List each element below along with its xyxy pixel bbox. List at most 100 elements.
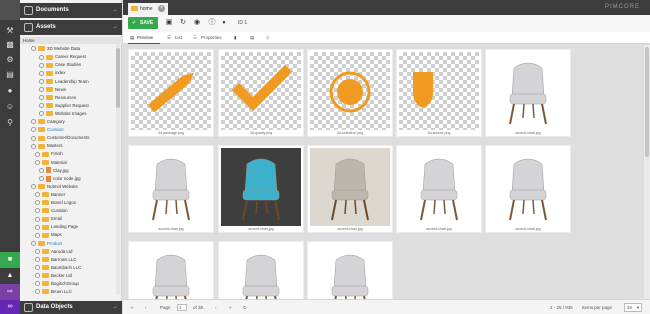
tree-item[interactable]: Customer/Documents — [31, 134, 89, 141]
tree-item[interactable]: Baumbach LLC — [35, 264, 81, 271]
tree-item[interactable]: Home — [23, 37, 35, 44]
expand-toggle-icon[interactable] — [31, 127, 36, 133]
expand-toggle-icon[interactable] — [35, 257, 40, 263]
expand-toggle-icon[interactable] — [35, 273, 40, 279]
expand-toggle-icon[interactable] — [31, 46, 36, 52]
asset-tile[interactable]: 3d-quality.png — [218, 49, 304, 137]
expand-toggle-icon[interactable] — [31, 184, 36, 190]
logout-icon[interactable]: ⇨ — [0, 284, 20, 300]
expand-toggle-icon[interactable] — [35, 151, 40, 157]
tab-list[interactable]: ☰ List — [167, 32, 182, 44]
tag-icon[interactable]: ◇ — [266, 32, 269, 44]
expand-toggle-icon[interactable] — [31, 119, 36, 125]
tree-item[interactable]: Becker Ltd — [35, 272, 72, 279]
tab-preview[interactable]: ▤ Preview — [128, 32, 160, 44]
tree-item[interactable]: Career Request — [39, 53, 86, 60]
target-icon[interactable]: ◉ — [193, 19, 201, 27]
reload-icon[interactable]: ↻ — [179, 19, 187, 27]
tree-scroll-thumb[interactable] — [116, 48, 120, 108]
cart-icon[interactable]: ▤ — [5, 70, 15, 80]
asset-tile[interactable]: 3d-source.png — [396, 49, 482, 137]
expand-arrow-icon[interactable]: → — [112, 301, 118, 314]
infinity-icon[interactable]: ∞ — [0, 300, 20, 314]
items-per-page-select[interactable]: 25 ▼ — [624, 303, 642, 312]
asset-tile[interactable]: 3d-selection.png — [307, 49, 393, 137]
expand-toggle-icon[interactable] — [31, 143, 36, 149]
expand-arrow-icon[interactable]: → — [112, 3, 118, 18]
expand-toggle-icon[interactable] — [39, 54, 44, 60]
wrench-icon[interactable]: ⚒ — [5, 26, 15, 36]
tree-item[interactable]: Aaroda Ltd — [35, 248, 72, 255]
expand-toggle-icon[interactable] — [35, 224, 40, 230]
tree-item[interactable]: Finish — [35, 150, 63, 157]
tab-properties[interactable]: ☷ Properties — [193, 32, 222, 44]
asset-tile[interactable]: accent-chair.jpg — [485, 145, 571, 233]
documents-panel-header[interactable]: Documents → — [20, 3, 122, 18]
asset-tile[interactable]: accent-chair.jpg — [307, 145, 393, 233]
upload-icon[interactable]: ▣ — [165, 19, 173, 27]
expand-toggle-icon[interactable] — [35, 232, 40, 238]
notification-icon[interactable]: ■ — [0, 252, 20, 268]
asset-tile[interactable]: 3d-package.png — [128, 49, 214, 137]
tree-item[interactable]: Email — [35, 215, 62, 222]
asset-tile[interactable]: accent-chair.jpg — [218, 145, 304, 233]
last-page-button[interactable]: » — [229, 304, 232, 311]
expand-toggle-icon[interactable] — [35, 208, 40, 214]
prev-page-button[interactable]: ‹ — [145, 304, 147, 311]
asset-tile[interactable]: accent-chair.jpg — [396, 145, 482, 233]
expand-toggle-icon[interactable] — [35, 192, 40, 198]
expand-toggle-icon[interactable] — [31, 240, 36, 246]
tree-scrollbar[interactable] — [116, 44, 120, 294]
expand-toggle-icon[interactable] — [39, 70, 44, 76]
tree-item[interactable]: Masters — [31, 142, 63, 149]
save-button[interactable]: ✓ SAVE — [128, 17, 158, 29]
users-icon[interactable]: ● — [5, 86, 15, 96]
expand-toggle-icon[interactable] — [31, 135, 36, 141]
page-input[interactable]: 1 — [177, 304, 187, 311]
tree-item[interactable]: Material — [35, 159, 67, 166]
asset-tile[interactable] — [218, 241, 304, 299]
data-objects-panel-header[interactable]: Data Objects → — [20, 301, 122, 314]
expand-toggle-icon[interactable] — [35, 248, 40, 254]
assets-panel-header[interactable]: Assets → — [20, 20, 122, 35]
tree-item[interactable]: Category — [31, 118, 65, 125]
bookmark-icon[interactable]: ▮ — [234, 32, 236, 44]
tree-item[interactable]: Supplier Request — [39, 102, 89, 109]
next-page-button[interactable]: › — [215, 304, 217, 311]
tree-item[interactable]: 3D Website Data — [31, 45, 80, 52]
pimcore-logo[interactable] — [0, 0, 20, 20]
expand-toggle-icon[interactable] — [39, 111, 44, 117]
expand-toggle-icon[interactable] — [39, 86, 44, 92]
tree-item[interactable]: Barrows LLC — [35, 256, 76, 263]
expand-toggle-icon[interactable] — [39, 103, 44, 109]
tree-item[interactable]: Resources — [39, 94, 76, 101]
expand-toggle-icon[interactable] — [39, 176, 44, 182]
expand-toggle-icon[interactable] — [39, 95, 44, 101]
expand-toggle-icon[interactable] — [35, 200, 40, 206]
expand-toggle-icon[interactable] — [39, 62, 44, 68]
refresh-icon[interactable]: ↻ — [243, 304, 247, 311]
tree-item[interactable]: Clay.jpg — [39, 167, 69, 174]
asset-tile[interactable] — [307, 241, 393, 299]
tab-home[interactable]: home × — [128, 3, 168, 15]
expand-arrow-icon[interactable]: → — [112, 20, 118, 35]
expand-toggle-icon[interactable] — [39, 78, 44, 84]
first-page-button[interactable]: « — [131, 304, 134, 311]
expand-toggle-icon[interactable] — [39, 167, 44, 173]
expand-toggle-icon[interactable] — [35, 216, 40, 222]
expand-toggle-icon[interactable] — [35, 281, 40, 287]
tree-item[interactable]: Maps — [35, 231, 62, 238]
gear-icon[interactable]: ⚙ — [5, 55, 15, 65]
tree-item[interactable]: Banner — [35, 191, 65, 198]
tree-item[interactable]: Brand Logos — [35, 199, 76, 206]
tree-item[interactable]: Nutmol Website — [31, 183, 78, 190]
close-icon[interactable]: × — [158, 5, 165, 12]
tree-item[interactable]: Curation — [31, 126, 64, 133]
info-icon[interactable]: ⓘ — [208, 19, 216, 27]
tree-item[interactable]: Product — [31, 240, 62, 247]
tree-item[interactable]: index — [39, 69, 66, 76]
search-icon[interactable]: ⚲ — [5, 118, 15, 128]
user-add-icon[interactable]: ☺ — [5, 102, 15, 112]
asset-tile[interactable] — [128, 241, 214, 299]
tree-item[interactable]: Leadership Team — [39, 78, 89, 85]
